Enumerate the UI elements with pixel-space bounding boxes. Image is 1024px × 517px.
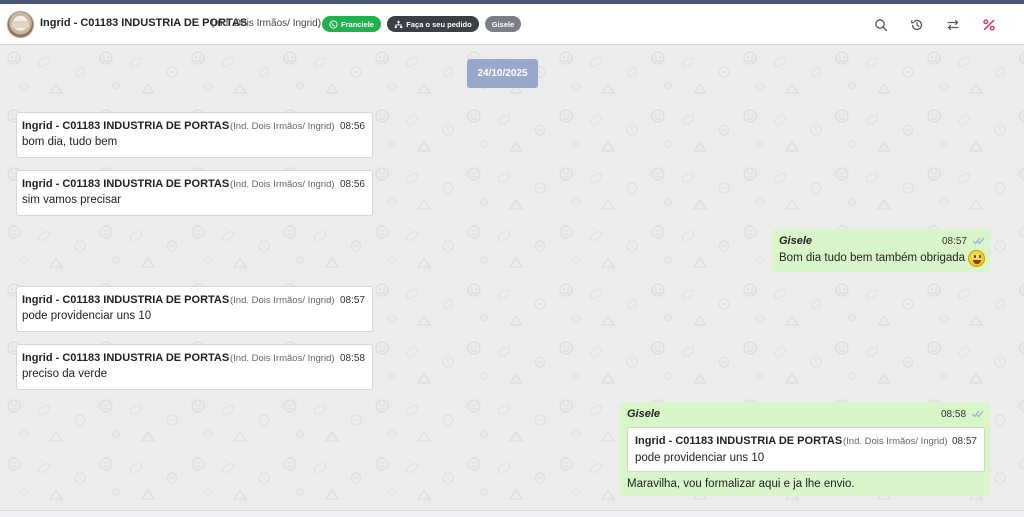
- quoted-time: 08:57: [951, 436, 977, 447]
- message-sender-subtitle: (Ind. Dois Irmãos/ Ingrid): [230, 353, 335, 364]
- discount-button[interactable]: [981, 17, 997, 33]
- incoming-message[interactable]: Ingrid - C01183 INDUSTRIA DE PORTAS (Ind…: [16, 344, 373, 390]
- date-divider: 24/10/2025: [467, 59, 538, 88]
- read-check-icon: [972, 237, 985, 245]
- agent-chip[interactable]: Franciele: [322, 16, 381, 32]
- contact-avatar[interactable]: [7, 11, 34, 38]
- search-icon: [875, 19, 888, 32]
- user-chip[interactable]: Gisele: [485, 16, 521, 32]
- history-button[interactable]: [909, 17, 925, 33]
- incoming-message[interactable]: Ingrid - C01183 INDUSTRIA DE PORTAS (Ind…: [16, 286, 373, 332]
- composer-bar[interactable]: [0, 510, 1024, 517]
- message-text: Bom dia tudo bem também obrigada: [779, 252, 966, 264]
- quoted-sender-subtitle: (Ind. Dois Irmãos/ Ingrid): [843, 436, 948, 447]
- message-text: pode providenciar uns 10: [22, 310, 152, 322]
- outgoing-message[interactable]: Gisele 08:57 Bom dia tudo bem também obr…: [772, 229, 990, 272]
- quoted-sender: Ingrid - C01183 INDUSTRIA DE PORTAS: [635, 435, 843, 447]
- whatsapp-icon: [329, 19, 338, 29]
- message-sender-subtitle: (Ind. Dois Irmãos/ Ingrid): [230, 295, 335, 306]
- transfer-icon: [947, 19, 959, 31]
- message-time: 08:58: [941, 409, 967, 420]
- percent-icon: [983, 19, 995, 31]
- message-sender-subtitle: (Ind. Dois Irmãos/ Ingrid): [230, 179, 335, 190]
- chat-area[interactable]: 24/10/2025 Ingrid - C01183 INDUSTRIA DE …: [0, 46, 1024, 510]
- search-button[interactable]: [873, 17, 889, 33]
- quoted-message[interactable]: Ingrid - C01183 INDUSTRIA DE PORTAS (Ind…: [627, 427, 985, 472]
- agent-chip-label: Franciele: [341, 19, 374, 29]
- message-time: 08:58: [339, 353, 365, 364]
- order-chip[interactable]: Faça o seu pedido: [387, 16, 479, 32]
- smiley-emoji-icon: [968, 250, 985, 267]
- message-time: 08:56: [339, 179, 365, 190]
- history-icon: [911, 19, 923, 31]
- message-sender-subtitle: (Ind. Dois Irmãos/ Ingrid): [230, 121, 335, 132]
- contact-subtitle: (Ind. Dois Irmãos/ Ingrid): [211, 18, 322, 29]
- message-time: 08:57: [339, 295, 365, 306]
- order-chip-label: Faça o seu pedido: [406, 19, 472, 29]
- message-sender: Gisele: [627, 408, 661, 420]
- message-sender: Ingrid - C01183 INDUSTRIA DE PORTAS: [22, 120, 230, 132]
- chat-header: Ingrid - C01183 INDUSTRIA DE PORTAS (Ind…: [0, 4, 1024, 45]
- incoming-message[interactable]: Ingrid - C01183 INDUSTRIA DE PORTAS (Ind…: [16, 112, 373, 158]
- message-text: Maravilha, vou formalizar aqui e ja lhe …: [627, 478, 855, 490]
- message-sender: Ingrid - C01183 INDUSTRIA DE PORTAS: [22, 178, 230, 190]
- message-time: 08:56: [339, 121, 365, 132]
- message-sender: Ingrid - C01183 INDUSTRIA DE PORTAS: [22, 294, 230, 306]
- transfer-button[interactable]: [945, 17, 961, 33]
- incoming-message[interactable]: Ingrid - C01183 INDUSTRIA DE PORTAS (Ind…: [16, 170, 373, 216]
- message-text: bom dia, tudo bem: [22, 136, 118, 148]
- network-icon: [394, 20, 403, 28]
- quoted-text: pode providenciar uns 10: [635, 452, 765, 464]
- message-text: sim vamos precisar: [22, 194, 122, 206]
- message-text: preciso da verde: [22, 368, 108, 380]
- message-sender: Gisele: [779, 235, 813, 247]
- user-chip-label: Gisele: [491, 19, 515, 29]
- read-check-icon: [971, 410, 984, 418]
- outgoing-message[interactable]: Gisele 08:58 Ingrid - C01183 INDUSTRIA D…: [620, 402, 990, 496]
- message-time: 08:57: [942, 236, 968, 247]
- message-sender: Ingrid - C01183 INDUSTRIA DE PORTAS: [22, 352, 230, 364]
